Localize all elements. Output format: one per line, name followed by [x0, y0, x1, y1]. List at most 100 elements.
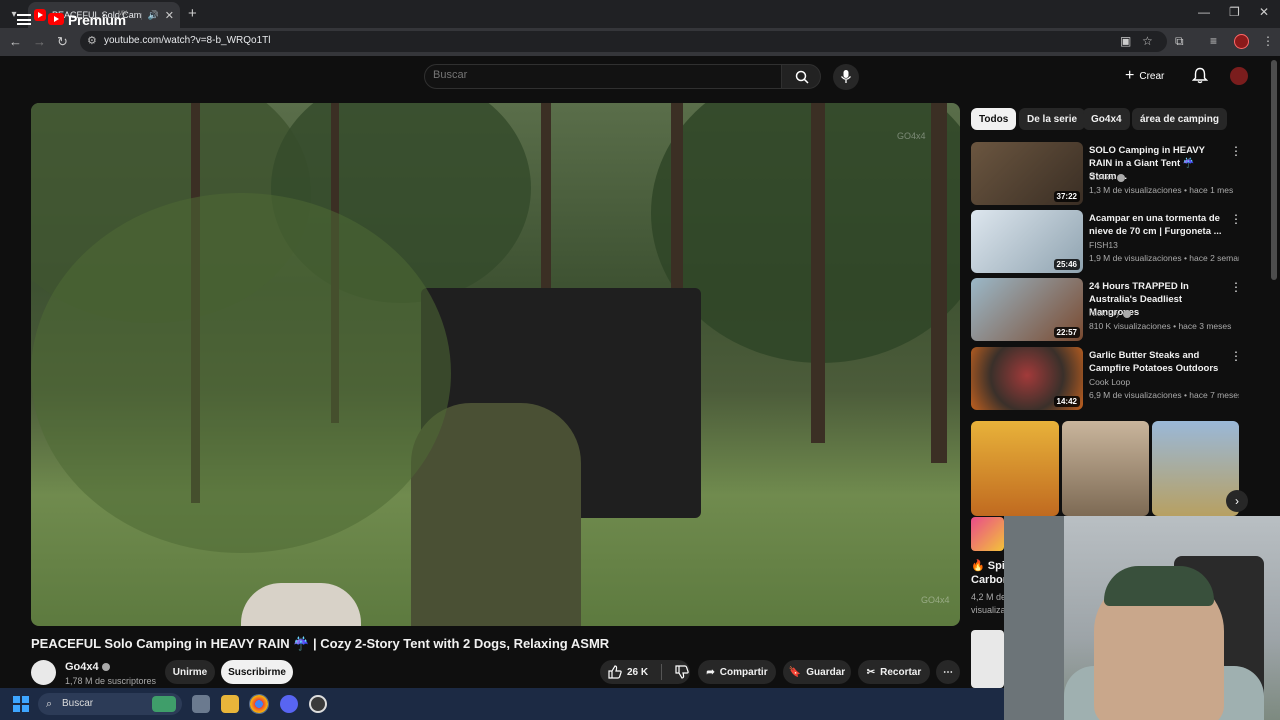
cast-icon[interactable]: ▣	[1120, 34, 1131, 48]
channel-watermark: GO4x4	[921, 595, 950, 605]
address-bar[interactable]: ⚙ youtube.com/watch?v=8-b_WRQo1Tl	[80, 31, 1167, 52]
chip-go4x4[interactable]: Go4x4	[1083, 108, 1130, 130]
dislike-icon[interactable]	[675, 665, 689, 679]
video-player[interactable]: GO4x4 GO4x4	[31, 103, 960, 626]
like-icon[interactable]	[608, 665, 622, 679]
maximize-icon[interactable]: ❐	[1229, 5, 1240, 19]
chevron-right-icon[interactable]: ›	[1226, 490, 1248, 512]
more-actions-icon[interactable]: ⋯	[936, 660, 960, 684]
share-button[interactable]: ➦ Compartir	[698, 660, 776, 684]
create-button[interactable]: + Crear	[1125, 64, 1177, 88]
reload-icon[interactable]: ↻	[57, 34, 68, 50]
clip-button[interactable]: ✂ Recortar	[858, 660, 930, 684]
recommendation-meta: 1,9 M de visualizaciones • hace 2 seman.…	[1089, 253, 1239, 263]
verified-icon	[1123, 309, 1132, 318]
partial-meta-line: 4,2 M de	[971, 592, 1007, 602]
search-button[interactable]	[781, 64, 821, 89]
hamburger-menu-icon[interactable]	[17, 14, 31, 25]
logo-country: MX	[118, 11, 127, 17]
taskbar-search[interactable]: ⌕ Buscar	[38, 693, 182, 715]
recommendation-channel[interactable]: Nick Fry	[1089, 308, 1132, 318]
video-title: PEACEFUL Solo Camping in HEAVY RAIN ☔ | …	[31, 636, 610, 651]
recommendation-item[interactable]: 22:57 24 Hours TRAPPED In Australia's De…	[971, 278, 1271, 342]
chip-camping-area[interactable]: área de camping	[1132, 108, 1227, 130]
like-dislike-group: 26 K	[600, 660, 690, 684]
video-thumbnail[interactable]: 37:22	[971, 142, 1083, 205]
bookmark-icon: 🔖	[788, 666, 802, 678]
recommendation-meta: 1,3 M de visualizaciones • hace 1 mes	[1089, 185, 1234, 195]
recommendation-meta: 6,9 M de visualizaciones • hace 7 meses	[1089, 390, 1239, 400]
save-button[interactable]: 🔖 Guardar	[783, 660, 851, 684]
site-info-icon[interactable]: ⚙	[87, 34, 97, 47]
subscribe-button[interactable]: Suscribirme	[221, 660, 293, 684]
short-thumbnail[interactable]	[971, 517, 1004, 551]
subscriber-count: 1,78 M de suscriptores	[65, 676, 157, 686]
video-thumbnail[interactable]: 25:46	[971, 210, 1083, 273]
background-wall	[1004, 516, 1064, 720]
discord-icon[interactable]	[280, 695, 298, 713]
browser-menu-icon[interactable]: ⋮	[1262, 34, 1274, 48]
close-tab-icon[interactable]: ✕	[165, 9, 174, 22]
speaker-icon[interactable]: 🔊	[148, 10, 159, 21]
close-window-icon[interactable]: ✕	[1259, 5, 1269, 19]
page-scrollbar[interactable]	[1271, 60, 1277, 280]
like-count[interactable]: 26 K	[627, 667, 648, 678]
recommendation-channel[interactable]: Cook Loop	[1089, 377, 1130, 387]
task-view-icon[interactable]	[192, 695, 210, 713]
create-label: Crear	[1139, 70, 1165, 82]
share-label: Compartir	[719, 666, 768, 678]
chrome-icon[interactable]	[249, 694, 269, 714]
save-label: Guardar	[806, 666, 846, 678]
windows-start-icon[interactable]	[13, 696, 29, 712]
recommendation-title[interactable]: Garlic Butter Steaks and Campfire Potato…	[1089, 349, 1224, 375]
browser-profile-avatar[interactable]	[1234, 34, 1249, 49]
recommendation-item[interactable]: 25:46 Acampar en una tormenta de nieve d…	[971, 210, 1271, 274]
recommendation-channel-name: Go4x4	[1089, 172, 1115, 182]
back-icon[interactable]: ←	[9, 34, 22, 49]
minimize-icon[interactable]: —	[1198, 5, 1210, 19]
recommendation-channel[interactable]: FISH13	[1089, 240, 1118, 250]
youtube-favicon-icon	[34, 9, 46, 21]
chip-series[interactable]: De la serie	[1019, 108, 1086, 130]
microphone-icon	[840, 70, 852, 83]
recommendation-title[interactable]: Acampar en una tormenta de nieve de 70 c…	[1089, 212, 1224, 238]
more-options-icon[interactable]: ⋮	[1230, 144, 1242, 158]
more-options-icon[interactable]: ⋮	[1230, 280, 1242, 294]
divider	[661, 664, 663, 680]
join-button[interactable]: Unirme	[165, 660, 215, 684]
video-thumbnail[interactable]	[971, 630, 1004, 688]
extensions-icon[interactable]: ⧉	[1175, 34, 1184, 49]
taskbar-search-label: Buscar	[62, 698, 94, 709]
more-options-icon[interactable]: ⋮	[1230, 212, 1242, 226]
file-explorer-icon[interactable]	[221, 695, 239, 713]
tree-trunk	[811, 103, 825, 443]
youtube-logo-icon[interactable]	[48, 13, 64, 25]
bookmark-star-icon[interactable]: ☆	[1142, 34, 1153, 48]
partial-recommendation-meta: 4,2 M de visualiza	[971, 591, 1006, 617]
reading-list-icon[interactable]: ≡	[1210, 34, 1217, 48]
notifications-bell-icon[interactable]	[1192, 67, 1208, 84]
recommendation-channel[interactable]: Go4x4	[1089, 172, 1126, 182]
new-tab-icon[interactable]: +	[188, 5, 197, 22]
channel-avatar[interactable]	[31, 660, 56, 685]
video-thumbnail[interactable]: 22:57	[971, 278, 1083, 341]
forward-icon[interactable]: →	[33, 34, 46, 49]
voice-search-button[interactable]	[833, 64, 859, 90]
more-options-icon[interactable]: ⋮	[1230, 349, 1242, 363]
obs-icon[interactable]	[309, 695, 327, 713]
channel-watermark: GO4x4	[897, 131, 926, 141]
video-thumbnail[interactable]: 14:42	[971, 347, 1083, 410]
clip-label: Recortar	[880, 666, 922, 678]
search-highlight-icon	[152, 696, 176, 712]
channel-name[interactable]: Go4x4	[65, 661, 110, 673]
search-input[interactable]	[433, 69, 763, 81]
scissors-icon: ✂	[866, 666, 876, 678]
recommendation-item[interactable]: 14:42 Garlic Butter Steaks and Campfire …	[971, 347, 1271, 411]
account-avatar[interactable]	[1230, 67, 1248, 85]
verified-icon	[1117, 173, 1126, 182]
short-thumbnail[interactable]	[971, 421, 1059, 516]
chip-all[interactable]: Todos	[971, 108, 1017, 130]
recommendation-item[interactable]: 37:22 SOLO Camping in HEAVY RAIN in a Gi…	[971, 142, 1271, 206]
short-thumbnail[interactable]	[1062, 421, 1149, 516]
recommendation-channel-name: Nick Fry	[1089, 308, 1121, 318]
